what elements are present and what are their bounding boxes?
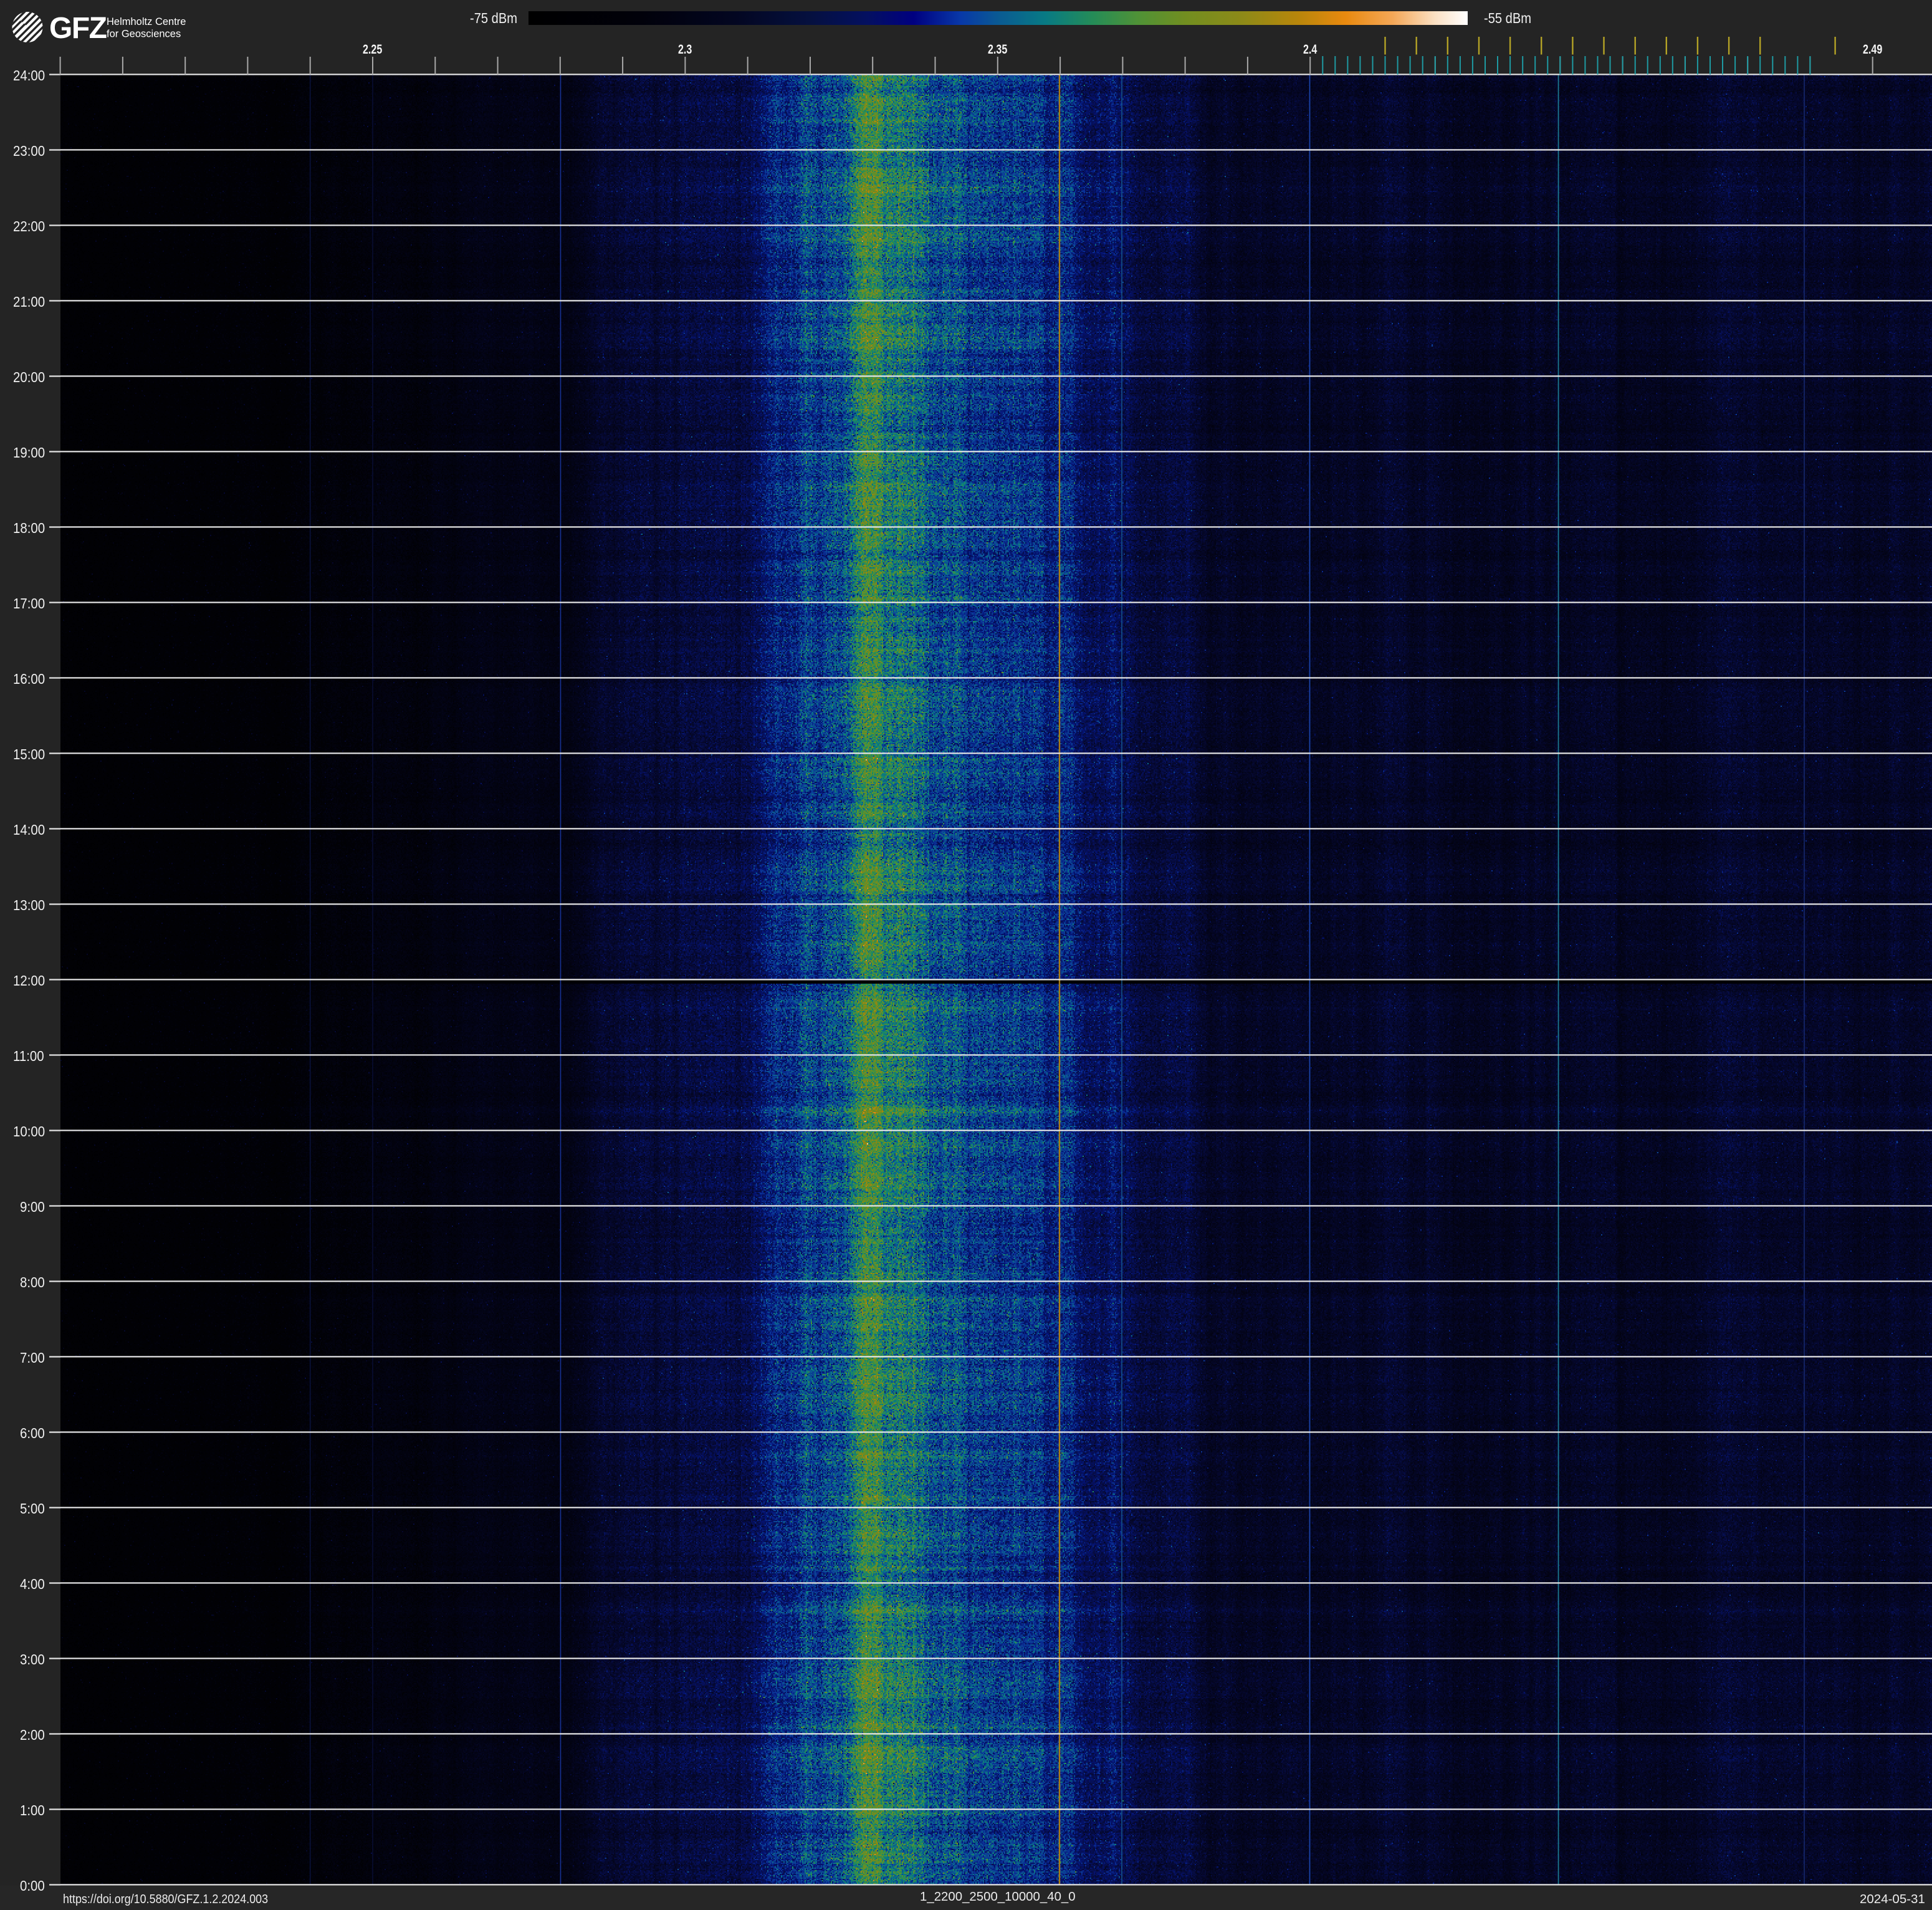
svg-text:GFZ: GFZ	[49, 12, 107, 45]
svg-text:Helmholtz Centre: Helmholtz Centre	[107, 16, 186, 27]
svg-text:for Geosciences: for Geosciences	[107, 29, 181, 40]
